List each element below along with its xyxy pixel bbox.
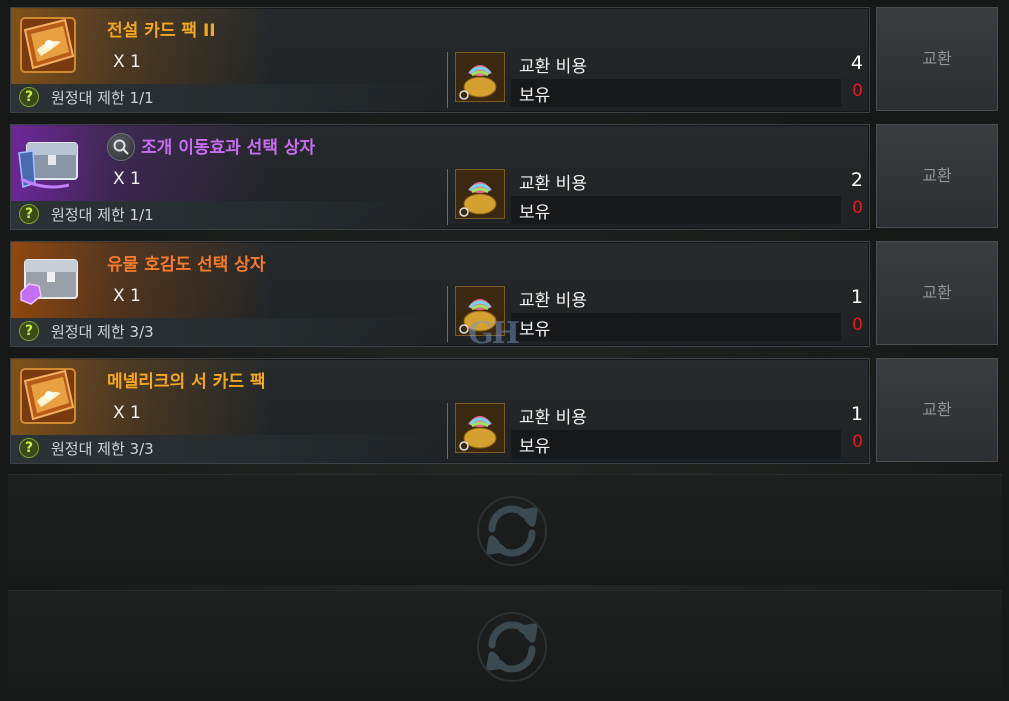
empty-offer-slot (8, 474, 1002, 585)
owned-label: 보유 (519, 320, 551, 340)
item-quantity: X 1 (113, 403, 141, 423)
item-name: 전설 카드 팩 II (107, 21, 216, 41)
owned-label: 보유 (519, 86, 551, 106)
rainbow-shell-pouch-icon[interactable] (455, 403, 505, 453)
exchange-button-3[interactable]: 교환 (876, 241, 998, 345)
cost-label: 교환 비용 (519, 408, 587, 428)
help-icon[interactable]: ? (19, 204, 39, 224)
treasure-chest-boots-icon[interactable] (15, 129, 81, 195)
owned-value: 0 (852, 432, 863, 452)
owned-value: 0 (852, 198, 863, 218)
item-quantity: X 1 (113, 286, 141, 306)
item-quantity: X 1 (113, 52, 141, 72)
owned-value: 0 (852, 81, 863, 101)
refresh-icon (477, 612, 547, 682)
offer-row-4: 메넬리크의 서 카드 팩 X 1 ? 원정대 제한 3/3 교환 비용 보유 1… (10, 358, 870, 464)
expedition-limit: 원정대 제한 1/1 (51, 206, 154, 224)
item-name: 유물 호감도 선택 상자 (107, 255, 266, 275)
cost-label: 교환 비용 (519, 174, 587, 194)
owned-value: 0 (852, 315, 863, 335)
owned-label: 보유 (519, 437, 551, 457)
cost-value: 2 (850, 169, 863, 191)
expedition-limit: 원정대 제한 1/1 (51, 89, 154, 107)
item-name: 조개 이동효과 선택 상자 (141, 138, 316, 158)
offer-row-3: 유물 호감도 선택 상자 X 1 ? 원정대 제한 3/3 교환 비용 보유 1… (10, 241, 870, 347)
offer-row-1: 전설 카드 팩 II X 1 ? 원정대 제한 1/1 교환 비용 보유 4 0 (10, 7, 870, 113)
rainbow-shell-pouch-icon[interactable] (455, 169, 505, 219)
item-name: 메넬리크의 서 카드 팩 (107, 372, 266, 392)
owned-label: 보유 (519, 203, 551, 223)
watermark-logo: GH (468, 316, 520, 351)
expedition-limit: 원정대 제한 3/3 (51, 440, 154, 458)
help-icon[interactable]: ? (19, 438, 39, 458)
exchange-button-1[interactable]: 교환 (876, 7, 998, 111)
rainbow-shell-pouch-icon[interactable] (455, 52, 505, 102)
help-icon[interactable]: ? (19, 321, 39, 341)
card-pack-book-icon[interactable] (15, 363, 81, 429)
refresh-icon (477, 496, 547, 566)
card-pack-book-icon[interactable] (15, 12, 81, 78)
cost-value: 4 (850, 52, 863, 74)
offer-row-2: 조개 이동효과 선택 상자 X 1 ? 원정대 제한 1/1 교환 비용 보유 … (10, 124, 870, 230)
expedition-limit: 원정대 제한 3/3 (51, 323, 154, 341)
cost-label: 교환 비용 (519, 57, 587, 77)
exchange-button-2[interactable]: 교환 (876, 124, 998, 228)
empty-offer-slot (8, 590, 1002, 701)
cost-label: 교환 비용 (519, 291, 587, 311)
treasure-chest-gem-icon[interactable] (15, 246, 81, 312)
cost-value: 1 (850, 286, 863, 308)
help-icon[interactable]: ? (19, 87, 39, 107)
item-quantity: X 1 (113, 169, 141, 189)
cost-value: 1 (850, 403, 863, 425)
preview-search-button[interactable] (107, 133, 135, 161)
search-icon (113, 139, 129, 155)
exchange-button-4[interactable]: 교환 (876, 358, 998, 462)
